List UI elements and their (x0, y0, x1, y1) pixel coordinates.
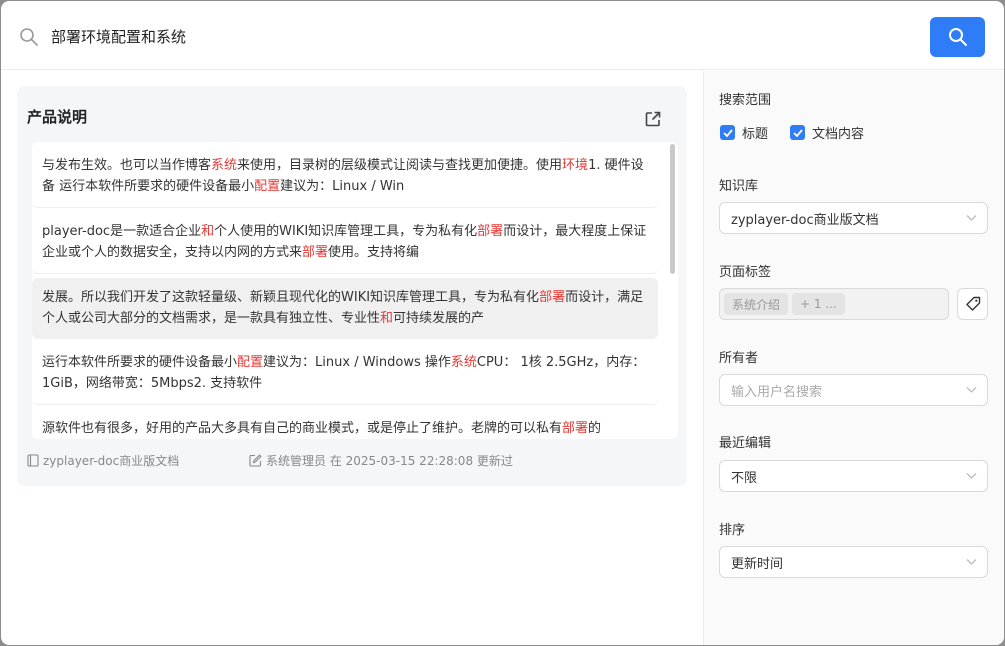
check-icon (720, 125, 735, 140)
results-panel: 产品说明 与发布生效。也可以当作博客系统来使用，目录树的层级模式让阅读与查找更加… (1, 71, 703, 645)
search-bar (1, 1, 1004, 70)
sort-select[interactable]: 更新时间 (719, 546, 988, 578)
snippet-text: 来使用，目录树的层级模式让阅读与查找更加便捷。使用 (237, 158, 563, 173)
check-icon (790, 125, 805, 140)
book-icon (27, 454, 39, 467)
scope-content-checkbox[interactable]: 文档内容 (790, 123, 864, 142)
snippet-highlight: 系统 (211, 158, 238, 173)
snippet-text: 建议为：Linux / Win (280, 179, 405, 194)
owner-select[interactable]: 输入用户名搜索 (719, 374, 988, 406)
open-external-icon[interactable] (644, 110, 662, 128)
sort-label: 排序 (719, 523, 746, 538)
snippet-item[interactable]: player-doc是一款适合企业和个人使用的WIKI知识库管理工具，专为私有化… (32, 212, 658, 274)
snippet-highlight: 部署 (562, 421, 589, 436)
tag-more-chip: + 1 ... (792, 293, 845, 315)
owner-placeholder: 输入用户名搜索 (731, 384, 823, 400)
snippet-item[interactable]: 发展。所以我们开发了这款轻量级、新颖且现代化的WIKI知识库管理工具，专为私有化… (32, 278, 658, 339)
tag-picker-button[interactable] (957, 288, 988, 320)
snippet-scrollbar[interactable] (670, 144, 675, 274)
scope-title-checkbox[interactable]: 标题 (720, 123, 768, 142)
result-meta: zyplayer-doc商业版文档 系统管理员 在 2025-03-15 22:… (27, 452, 667, 472)
snippet-text: 的 (588, 421, 602, 436)
sort-select-value: 更新时间 (731, 556, 784, 572)
owner-label: 所有者 (719, 351, 759, 366)
snippet-highlight: 部署 (302, 245, 329, 260)
meta-kb-name: zyplayer-doc商业版文档 (43, 454, 180, 468)
search-input[interactable] (51, 21, 911, 51)
snippet-highlight: 系统 (450, 355, 477, 370)
snippet-item[interactable]: 与发布生效。也可以当作博客系统来使用，目录树的层级模式让阅读与查找更加便捷。使用… (32, 146, 658, 208)
chevron-down-icon (966, 387, 977, 393)
tags-label: 页面标签 (719, 265, 772, 280)
snippet-item[interactable]: 运行本软件所要求的硬件设备最小配置建议为：Linux / Windows 操作系… (32, 343, 658, 405)
snippet-text: 可持续发展的产 (393, 311, 485, 326)
search-icon (948, 28, 967, 46)
snippet-highlight: 环境 (562, 158, 589, 173)
search-icon (20, 28, 38, 46)
search-dialog: 产品说明 与发布生效。也可以当作博客系统来使用，目录树的层级模式让阅读与查找更加… (1, 1, 1004, 645)
tag-chip: 系统介绍 (724, 293, 789, 315)
result-card[interactable]: 产品说明 与发布生效。也可以当作博客系统来使用，目录树的层级模式让阅读与查找更加… (17, 86, 687, 486)
snippet-list: 与发布生效。也可以当作博客系统来使用，目录树的层级模式让阅读与查找更加便捷。使用… (32, 142, 678, 439)
meta-knowledge-base: zyplayer-doc商业版文档 (27, 452, 179, 469)
kb-select-value: zyplayer-doc商业版文档 (731, 212, 879, 228)
edit-icon (249, 454, 262, 467)
meta-edit: 系统管理员 在 2025-03-15 22:28:08 更新过 (249, 452, 513, 469)
kb-select[interactable]: zyplayer-doc商业版文档 (719, 202, 988, 234)
meta-edit-info: 系统管理员 在 2025-03-15 22:28:08 更新过 (266, 454, 513, 468)
snippet-text: 使用。支持将编 (328, 245, 420, 260)
snippet-highlight: 配置 (237, 355, 264, 370)
snippet-highlight: 部署 (477, 224, 504, 239)
result-title[interactable]: 产品说明 (27, 106, 87, 127)
chevron-down-icon (966, 559, 977, 565)
snippet-highlight: 和 (380, 311, 394, 326)
snippet-text: 建议为：Linux / Windows 操作 (263, 355, 451, 370)
snippet-text: 与发布生效。也可以当作博客 (42, 158, 212, 173)
search-button[interactable] (930, 17, 985, 57)
scope-title-label: 标题 (742, 127, 769, 142)
chevron-down-icon (966, 473, 977, 479)
recent-label: 最近编辑 (719, 436, 772, 451)
snippet-highlight: 部署 (539, 290, 566, 305)
snippet-text: 源软件也有很多，好用的产品大多具有自己的商业模式，或是停止了维护。老牌的可以私有 (42, 421, 563, 436)
scope-label: 搜索范围 (719, 93, 772, 108)
scope-content-label: 文档内容 (812, 127, 865, 142)
snippet-text: 发展。所以我们开发了这款轻量级、新颖且现代化的WIKI知识库管理工具，专为私有化 (42, 290, 540, 305)
snippet-text: 运行本软件所要求的硬件设备最小 (42, 355, 238, 370)
snippet-text: 个人使用的WIKI知识库管理工具，专为私有化 (214, 224, 478, 239)
chevron-down-icon (966, 215, 977, 221)
snippet-highlight: 配置 (254, 179, 281, 194)
tags-field[interactable]: 系统介绍 + 1 ... (719, 288, 949, 320)
recent-select[interactable]: 不限 (719, 460, 988, 492)
snippet-highlight: 和 (201, 224, 215, 239)
tag-icon (965, 296, 980, 311)
snippet-text: player-doc是一款适合企业 (42, 224, 202, 239)
kb-label: 知识库 (719, 179, 759, 194)
recent-select-value: 不限 (731, 470, 758, 486)
filter-panel: 搜索范围 标题 文档内容 知识库 zyplayer-doc商业版文档 页面标签 … (703, 71, 1004, 645)
snippet-item[interactable]: 源软件也有很多，好用的产品大多具有自己的商业模式，或是停止了维护。老牌的可以私有… (32, 409, 658, 439)
